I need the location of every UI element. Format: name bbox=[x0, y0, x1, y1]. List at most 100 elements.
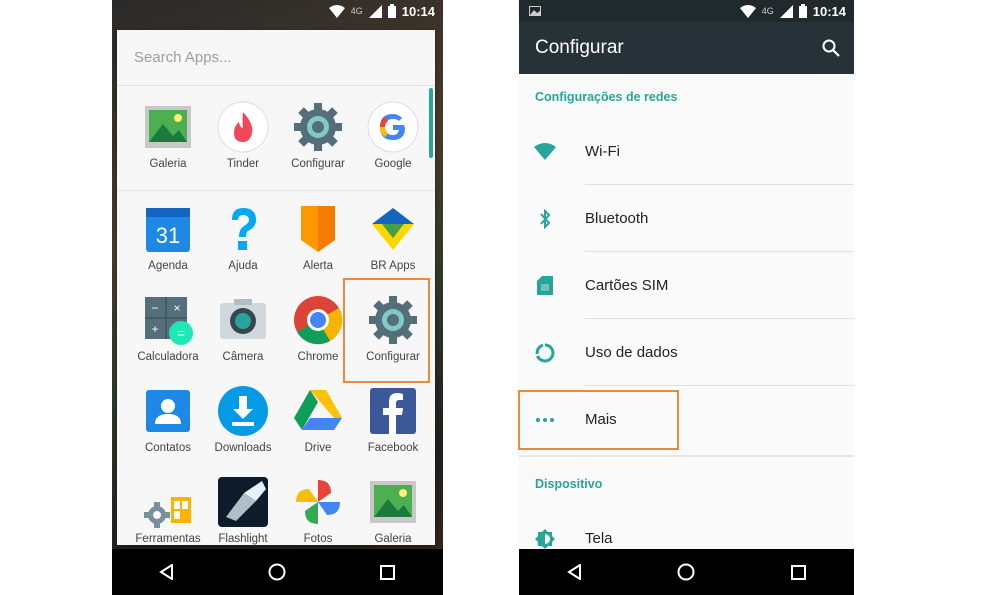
signal-icon bbox=[779, 4, 793, 18]
recents-button[interactable] bbox=[773, 549, 823, 595]
gallery-icon bbox=[370, 481, 416, 523]
home-circle-icon bbox=[677, 563, 695, 581]
drive-icon bbox=[294, 390, 342, 430]
search-placeholder: Search Apps... bbox=[134, 49, 232, 66]
network-type: 4G bbox=[761, 6, 774, 16]
page-title: Configurar bbox=[535, 37, 624, 58]
bluetooth-icon bbox=[540, 208, 551, 229]
setting-sim-cards[interactable]: Cartões SIM bbox=[519, 252, 854, 319]
tinder-icon bbox=[217, 101, 269, 153]
setting-label: Uso de dados bbox=[585, 344, 678, 361]
app-contatos[interactable]: Contatos bbox=[130, 384, 206, 454]
app-ferramentas[interactable]: Ferramentas bbox=[130, 475, 206, 545]
app-label: Google bbox=[374, 158, 412, 170]
network-type: 4G bbox=[350, 6, 363, 16]
recents-square-icon bbox=[380, 564, 396, 580]
svg-text:31: 31 bbox=[156, 223, 180, 248]
battery-icon bbox=[798, 4, 807, 18]
home-circle-icon bbox=[268, 563, 286, 581]
setting-bluetooth[interactable]: Bluetooth bbox=[519, 185, 854, 252]
app-camera[interactable]: Câmera bbox=[205, 293, 281, 363]
app-calculadora[interactable]: − × + = Calculadora bbox=[130, 293, 206, 363]
app-downloads[interactable]: Downloads bbox=[205, 384, 281, 454]
status-bar: 4G 10:14 bbox=[519, 0, 854, 22]
section-header-networks: Configurações de redes bbox=[535, 90, 678, 104]
contacts-icon bbox=[146, 390, 190, 432]
app-label: Drive bbox=[304, 442, 332, 454]
highlight-box-mais bbox=[518, 390, 679, 450]
app-label: BR Apps bbox=[370, 260, 416, 272]
app-label: Ajuda bbox=[228, 260, 258, 272]
setting-wifi[interactable]: Wi-Fi bbox=[519, 118, 854, 185]
chrome-icon bbox=[294, 296, 343, 345]
app-ajuda[interactable]: Ajuda bbox=[205, 202, 281, 272]
app-tinder[interactable]: Tinder bbox=[205, 100, 281, 170]
wifi-icon bbox=[739, 4, 756, 18]
app-row: Ferramentas Flashlight Fotos Galeria bbox=[117, 475, 435, 545]
search-apps-input[interactable]: Search Apps... bbox=[117, 30, 435, 86]
app-agenda[interactable]: 31 Agenda bbox=[130, 202, 206, 272]
calendar-icon: 31 bbox=[146, 208, 190, 252]
app-bar: Configurar bbox=[519, 22, 854, 74]
help-question-icon bbox=[232, 208, 256, 250]
app-label: Downloads bbox=[214, 442, 272, 454]
brightness-icon bbox=[535, 528, 555, 549]
app-label: Agenda bbox=[148, 260, 188, 272]
back-button[interactable] bbox=[550, 549, 600, 595]
setting-label: Tela bbox=[585, 530, 613, 547]
setting-label: Wi-Fi bbox=[585, 143, 620, 160]
settings-screen: 4G 10:14 Configurar Configurações de red… bbox=[519, 0, 854, 595]
wifi-icon bbox=[534, 143, 556, 160]
gallery-icon bbox=[145, 106, 191, 148]
recents-button[interactable] bbox=[363, 549, 413, 595]
setting-label: Bluetooth bbox=[585, 210, 649, 227]
clock: 10:14 bbox=[401, 3, 435, 19]
app-flashlight[interactable]: Flashlight bbox=[205, 475, 281, 545]
navigation-bar bbox=[112, 549, 443, 595]
svg-text:−: − bbox=[151, 301, 158, 315]
signal-icon bbox=[368, 4, 382, 18]
app-row: Contatos Downloads Drive Facebook bbox=[117, 384, 435, 474]
back-triangle-icon bbox=[566, 564, 581, 580]
setting-data-usage[interactable]: Uso de dados bbox=[519, 319, 854, 386]
battery-icon bbox=[387, 4, 396, 18]
divider bbox=[117, 190, 435, 191]
google-icon bbox=[367, 101, 419, 153]
app-label: Galeria bbox=[374, 533, 412, 545]
svg-text:=: = bbox=[177, 325, 185, 341]
app-configurar[interactable]: Configurar bbox=[280, 100, 356, 170]
app-label: Calculadora bbox=[137, 351, 199, 363]
home-button[interactable] bbox=[661, 549, 711, 595]
search-icon bbox=[822, 39, 840, 57]
home-button[interactable] bbox=[252, 549, 302, 595]
app-label: Fotos bbox=[303, 533, 333, 545]
app-label: Galeria bbox=[149, 158, 187, 170]
app-label: Contatos bbox=[144, 442, 192, 454]
app-label: Facebook bbox=[367, 442, 419, 454]
settings-gear-icon bbox=[294, 103, 342, 151]
app-drive[interactable]: Drive bbox=[280, 384, 356, 454]
app-fotos[interactable]: Fotos bbox=[280, 475, 356, 545]
flashlight-icon bbox=[218, 477, 268, 527]
app-brapps[interactable]: BR Apps bbox=[355, 202, 431, 272]
app-google[interactable]: Google bbox=[355, 100, 431, 170]
recents-square-icon bbox=[790, 564, 806, 580]
data-usage-icon bbox=[535, 343, 555, 362]
app-alerta[interactable]: Alerta bbox=[280, 202, 356, 272]
section-divider bbox=[519, 455, 854, 457]
svg-text:×: × bbox=[173, 301, 180, 315]
camera-icon bbox=[220, 299, 266, 339]
highlight-box-configurar bbox=[343, 278, 430, 383]
back-button[interactable] bbox=[142, 549, 192, 595]
tools-folder-icon bbox=[144, 497, 191, 528]
app-facebook[interactable]: Facebook bbox=[355, 384, 431, 454]
search-button[interactable] bbox=[822, 39, 854, 57]
app-galeria-2[interactable]: Galeria bbox=[355, 475, 431, 545]
download-icon bbox=[218, 386, 268, 436]
status-bar: 4G 10:14 bbox=[112, 0, 443, 22]
app-label: Ferramentas bbox=[135, 533, 201, 545]
clock: 10:14 bbox=[812, 3, 846, 19]
app-galeria[interactable]: Galeria bbox=[130, 100, 206, 170]
svg-text:+: + bbox=[151, 322, 158, 336]
calculator-icon: − × + = bbox=[145, 297, 193, 345]
